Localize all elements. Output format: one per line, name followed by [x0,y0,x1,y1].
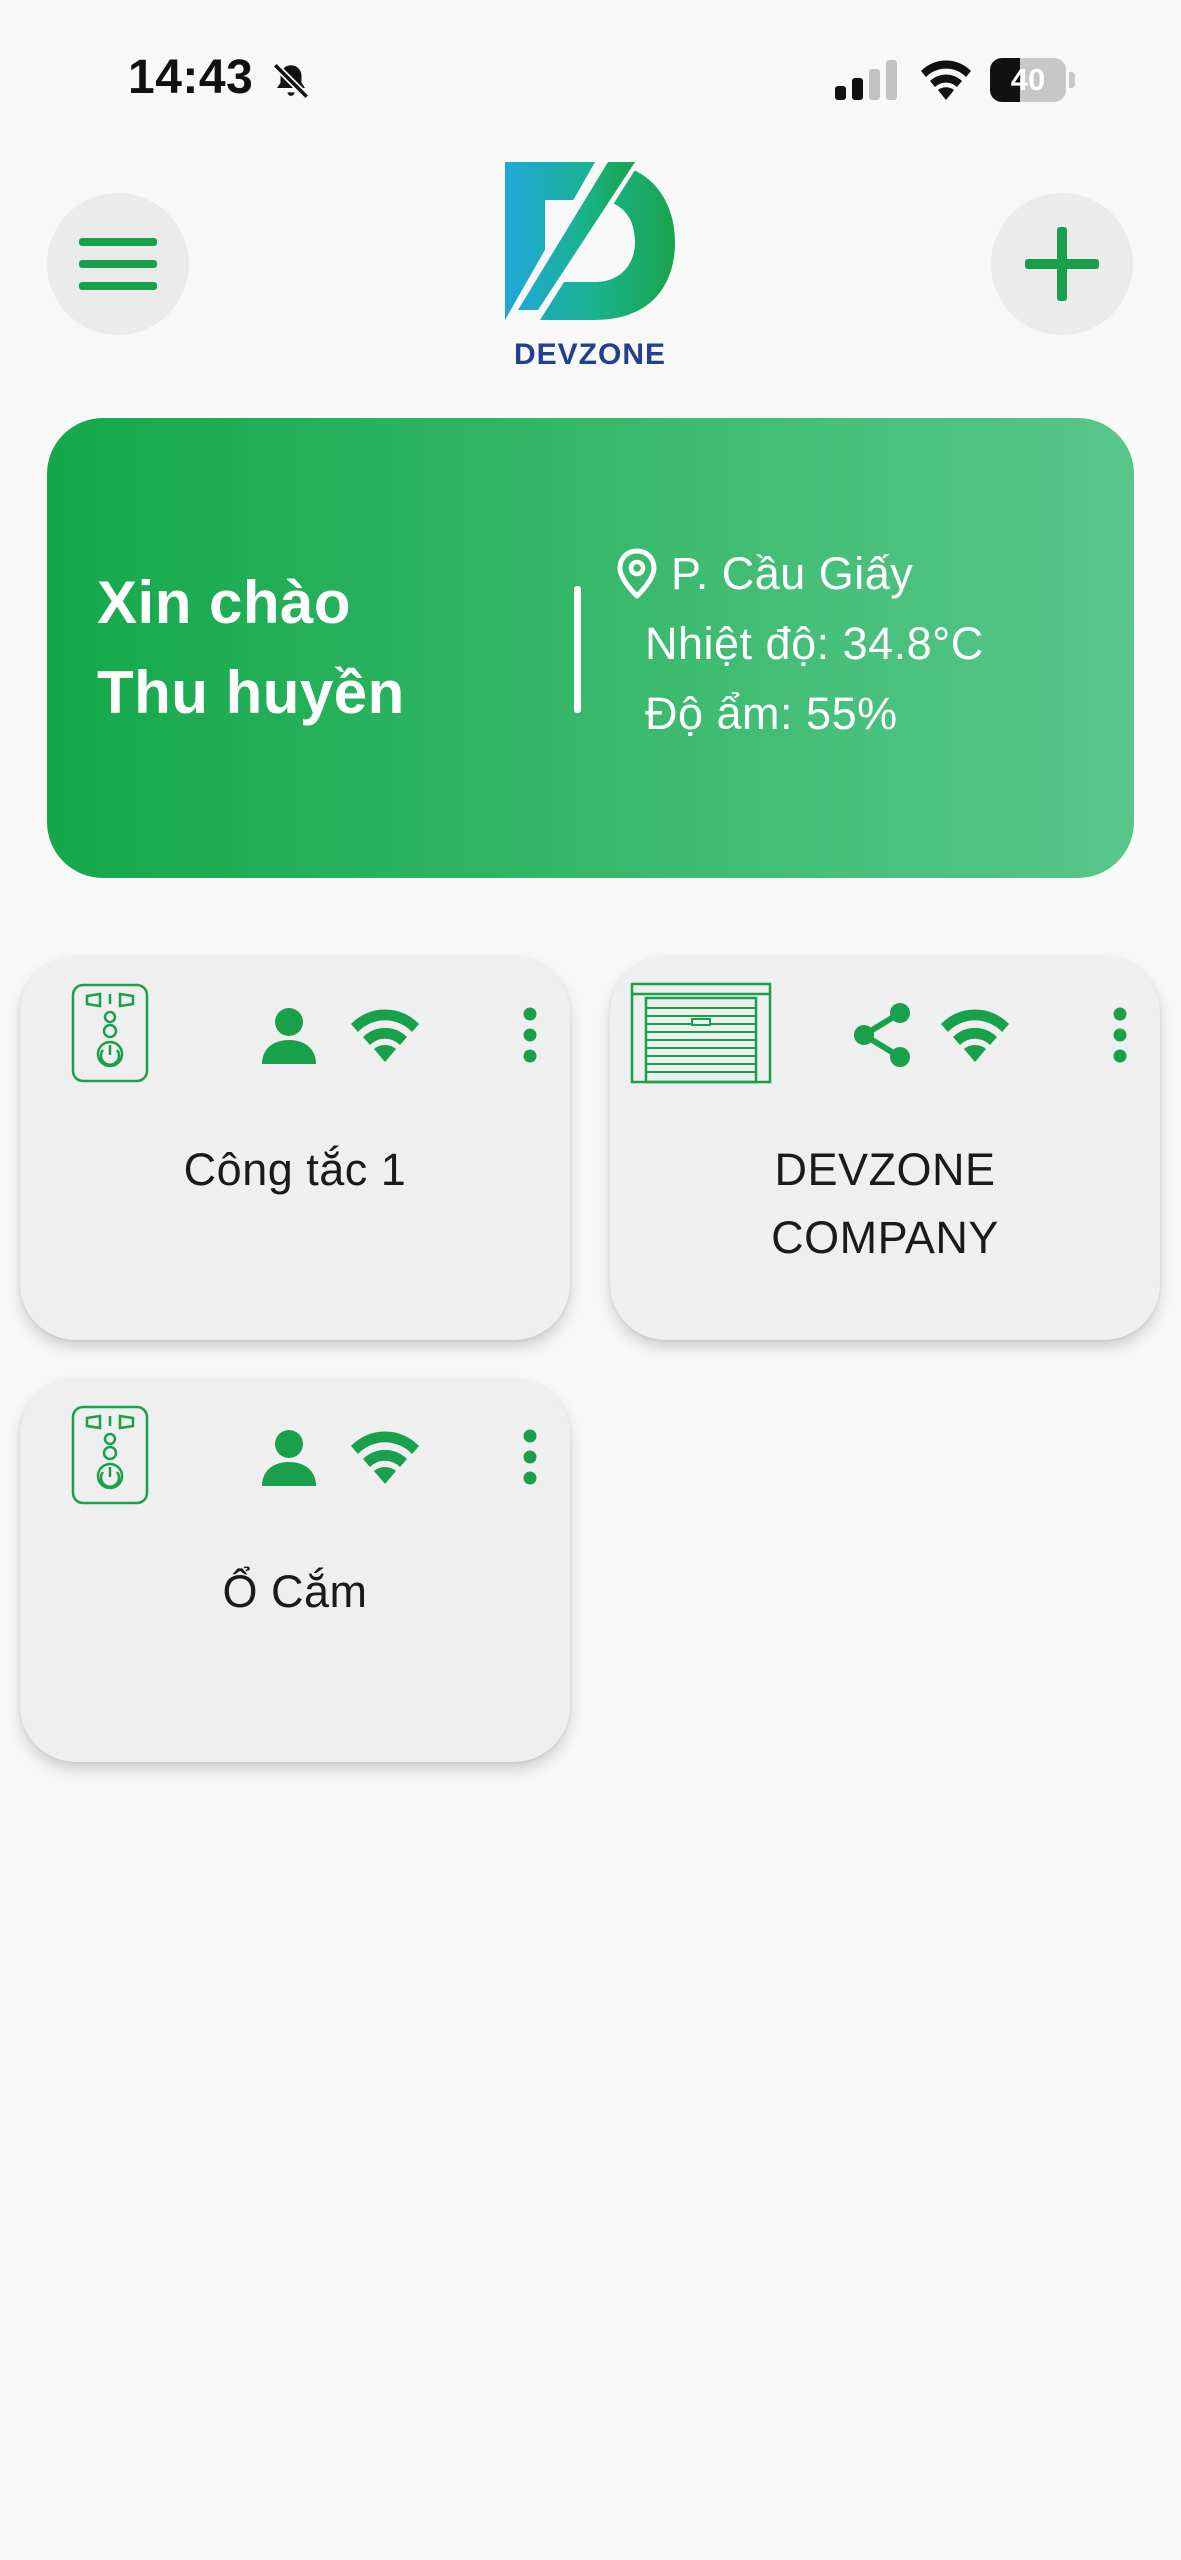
wifi-icon [351,1431,419,1484]
status-time: 14:43 [128,51,254,104]
more-options-icon[interactable] [520,1428,540,1486]
smart-plug-icon [71,983,149,1083]
divider [574,586,581,713]
weather-humidity: Độ ẩm: 55% [645,688,898,739]
location-pin-icon [617,548,657,599]
battery-icon: 40 [990,58,1066,102]
greeting-weather-card: Xin chào Thu huyền P. Cầu Giấy Nhiệt độ:… [47,418,1134,878]
more-options-icon[interactable] [1110,1006,1130,1064]
logo-mark [505,162,675,320]
greeting-text: Xin chào [97,569,352,636]
wifi-icon [921,60,971,100]
bell-off-icon [272,62,310,100]
device-name: DEVZONE COMPANY [771,1144,999,1263]
person-icon [262,1430,316,1486]
weather-location: P. Cầu Giấy [671,548,914,599]
menu-button[interactable] [47,193,189,335]
device-name: Công tắc 1 [183,1144,407,1195]
battery-indicator: 40 [990,58,1076,102]
logo-text: DEVZONE [513,338,667,371]
devzone-logo: DEVZONE [500,160,680,371]
plus-icon [1025,227,1099,301]
device-card[interactable]: DEVZONE COMPANY [610,956,1160,1340]
device-card[interactable]: Ổ Cắm [20,1378,570,1762]
wifi-icon [351,1009,419,1062]
smart-plug-icon [71,1405,149,1505]
garage-door-icon [630,982,772,1084]
add-device-button[interactable] [991,193,1133,335]
status-bar: 14:43 40 [0,0,1181,150]
more-options-icon[interactable] [520,1006,540,1064]
person-icon [262,1008,316,1064]
share-icon [854,1003,910,1067]
wifi-icon [941,1009,1009,1062]
signal-icon [835,60,897,100]
device-name: Ổ Cắm [222,1566,368,1617]
user-name: Thu huyền [97,659,405,726]
battery-level: 40 [1010,62,1046,97]
device-card[interactable]: Công tắc 1 [20,956,570,1340]
battery-cap [1069,72,1075,88]
menu-icon [79,238,157,290]
weather-temperature: Nhiệt độ: 34.8°C [645,618,984,669]
